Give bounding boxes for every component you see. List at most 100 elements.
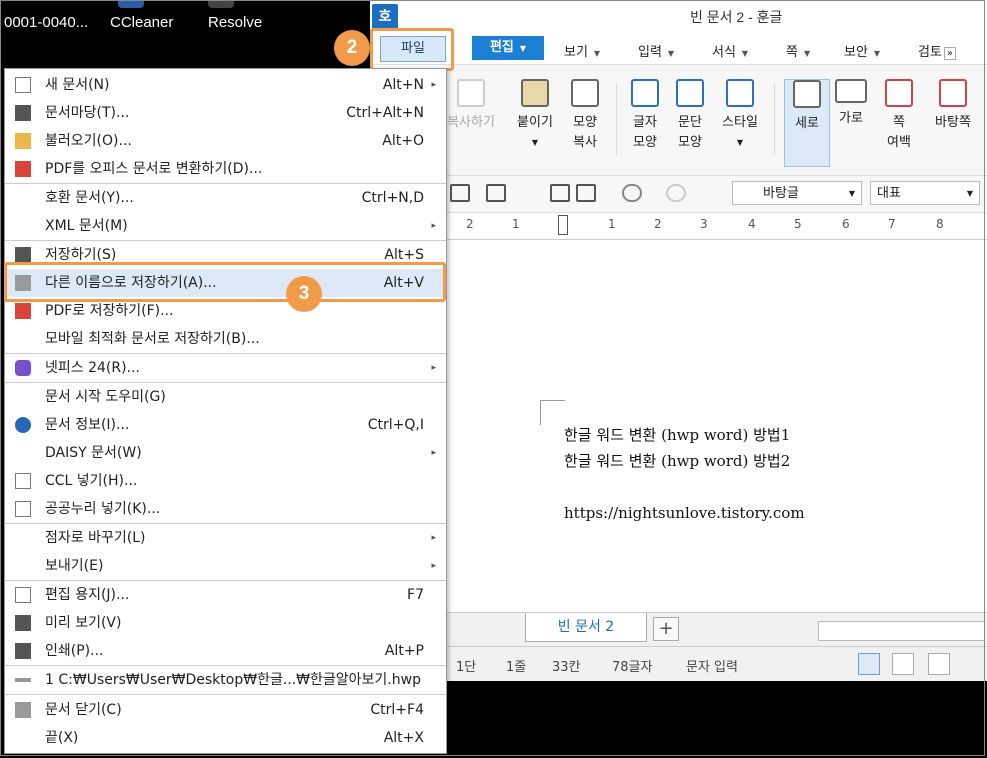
menu-item-save-mobile[interactable]: 모바일 최적화 문서로 저장하기(B)...	[5, 325, 446, 353]
menu-item-compatible[interactable]: 호환 문서(Y)... Ctrl+N,D	[5, 184, 446, 212]
submenu-arrow-icon: ▸	[431, 448, 436, 458]
redo-icon[interactable]	[666, 184, 686, 202]
menu-shortcut: F7	[407, 587, 424, 603]
menu-insert[interactable]: 입력 ▼	[638, 41, 674, 60]
font-select[interactable]: 바탕글 ▼	[732, 181, 862, 205]
chevron-down-icon: ▼	[519, 44, 527, 53]
char-shape-button[interactable]: 글자 모양	[620, 79, 670, 153]
menu-label: 쪽	[786, 45, 798, 60]
save-icon[interactable]	[486, 184, 506, 202]
horizontal-scrollbar[interactable]	[818, 621, 985, 641]
menu-item-pdf-convert[interactable]: PDF를 오피스 문서로 변환하기(D)...	[5, 155, 446, 183]
menu-item-recent-file[interactable]: 1 C:₩Users₩User₩Desktop₩한글...₩한글알아보기.hwp	[5, 666, 446, 694]
menu-view[interactable]: 보기 ▼	[564, 41, 600, 60]
style-value: 대표	[877, 186, 901, 201]
ribbon-label: 모양 복사	[573, 115, 597, 150]
landscape-button[interactable]: 가로	[826, 79, 876, 129]
format-painter-button[interactable]: 모양 복사	[560, 79, 610, 153]
add-tab-button[interactable]: +	[653, 617, 679, 641]
menu-label: 보기	[564, 45, 588, 60]
copy-button[interactable]: 복사하기	[446, 79, 496, 133]
submenu-arrow-icon: ▸	[431, 533, 436, 543]
desktop-icon-label[interactable]: CCleaner	[110, 14, 173, 31]
print-icon	[15, 643, 31, 659]
menu-item-doc-info[interactable]: 문서 정보(I)... Ctrl+Q,I	[5, 411, 446, 439]
ribbon-label: 바탕쪽	[935, 115, 971, 130]
fit-width-icon[interactable]	[892, 653, 914, 675]
menu-item-wizard[interactable]: 문서 시작 도우미(G)	[5, 383, 446, 411]
menu-item-label: 1 C:₩Users₩User₩Desktop₩한글...₩한글알아보기.hwp	[45, 672, 421, 688]
menu-item-open[interactable]: 불러오기(O)... Alt+O	[5, 127, 446, 155]
hangul-window: 호 빈 문서 2 - 훈글 파일 편집 ▼ 보기 ▼ 입력 ▼ 서식 ▼ 쪽 ▼ 보안 ▼ …	[370, 0, 987, 681]
menu-item-new[interactable]: 새 문서(N) Alt+N ▸	[5, 71, 446, 99]
indent-marker[interactable]	[558, 215, 568, 235]
menu-edit[interactable]: 편집 ▼	[472, 36, 544, 60]
menu-item-label: 넷피스 24(R)...	[45, 360, 140, 376]
menu-item-label: 인쇄(P)...	[45, 643, 104, 659]
ruler-number: 6	[842, 217, 850, 231]
doc-line[interactable]: 한글 워드 변환 (hwp word) 방법2	[564, 450, 790, 471]
menu-item-ccl[interactable]: CCL 넣기(H)...	[5, 467, 446, 495]
menu-item-templates[interactable]: 문서마당(T)... Ctrl+Alt+N	[5, 99, 446, 127]
menu-page[interactable]: 쪽 ▼	[786, 41, 810, 60]
preview-icon[interactable]	[576, 184, 596, 202]
menu-item-kogl[interactable]: 공공누리 넣기(K)...	[5, 495, 446, 523]
menu-item-preview[interactable]: 미리 보기(V)	[5, 609, 446, 637]
print-icon[interactable]	[550, 184, 570, 202]
menu-format[interactable]: 서식 ▼	[712, 41, 748, 60]
menu-item-print[interactable]: 인쇄(P)... Alt+P	[5, 637, 446, 665]
paste-button[interactable]: 붙이기 ▼	[510, 79, 560, 153]
ribbon-label: 세로	[795, 116, 819, 131]
doc-line[interactable]: 한글 워드 변환 (hwp word) 방법1	[564, 424, 790, 445]
templates-icon	[15, 105, 31, 121]
menu-label: 입력	[638, 45, 662, 60]
menu-shortcut: Ctrl+Alt+N	[346, 105, 424, 121]
chevron-down-icon: ▼	[873, 49, 881, 58]
menu-item-netffice[interactable]: 넷피스 24(R)... ▸	[5, 354, 446, 382]
style-button[interactable]: 스타일 ▼	[715, 79, 765, 153]
ruler-number: 7	[888, 217, 896, 231]
desktop-icon-label[interactable]: 0001-0040...	[4, 14, 88, 31]
menu-review[interactable]: 검토»	[918, 41, 957, 60]
portrait-button[interactable]: 세로	[784, 79, 830, 167]
tab-blank-doc-2[interactable]: 빈 문서 2	[525, 613, 647, 642]
ruler-number: 1	[512, 217, 520, 231]
menu-item-xml[interactable]: XML 문서(M) ▸	[5, 212, 446, 240]
chevron-down-icon: ▼	[593, 49, 601, 58]
undo-icon[interactable]	[622, 184, 642, 202]
folder-icon[interactable]	[450, 184, 470, 202]
menu-item-exit[interactable]: 끝(X) Alt+X	[5, 724, 446, 752]
menu-item-daisy[interactable]: DAISY 문서(W) ▸	[5, 439, 446, 467]
page-margin-button[interactable]: 쪽 여백	[874, 79, 924, 153]
menu-divider	[5, 694, 446, 695]
more-icon[interactable]: »	[943, 47, 957, 60]
menu-label: 서식	[712, 45, 736, 60]
file-menu: 새 문서(N) Alt+N ▸ 문서마당(T)... Ctrl+Alt+N 불러오기(…	[4, 68, 447, 754]
menu-item-braille[interactable]: 점자로 바꾸기(L) ▸	[5, 524, 446, 552]
doc-link[interactable]: https://nightsunlove.tistory.com	[564, 504, 805, 522]
full-page-icon[interactable]	[928, 653, 950, 675]
ruler-number: 1	[608, 217, 616, 231]
menu-label: 검토	[918, 45, 942, 60]
pdf-icon	[15, 161, 31, 177]
pdf-icon	[15, 303, 31, 319]
chevron-down-icon: ▼	[848, 189, 855, 198]
menu-edit-label: 편집	[489, 40, 514, 55]
style-select[interactable]: 대표 ▼	[870, 181, 980, 205]
menu-item-close[interactable]: 문서 닫기(C) Ctrl+F4	[5, 696, 446, 724]
menu-item-page-setup[interactable]: 편집 용지(J)... F7	[5, 581, 446, 609]
menu-item-send[interactable]: 보내기(E) ▸	[5, 552, 446, 580]
menu-security[interactable]: 보안 ▼	[844, 41, 880, 60]
ruler-number: 2	[654, 217, 662, 231]
para-shape-button[interactable]: 문단 모양	[665, 79, 715, 153]
menu-item-label: 모바일 최적화 문서로 저장하기(B)...	[45, 331, 260, 347]
document-area[interactable]: 한글 워드 변환 (hwp word) 방법1 한글 워드 변환 (hwp wo…	[370, 240, 987, 612]
menu-item-label: 문서 시작 도우미(G)	[45, 389, 166, 405]
menu-item-label: DAISY 문서(W)	[45, 445, 142, 461]
window-title: 빈 문서 2 - 훈글	[690, 9, 783, 25]
submenu-arrow-icon: ▸	[431, 221, 436, 231]
master-page-button[interactable]: 바탕쪽	[928, 79, 978, 133]
desktop-icon-label[interactable]: Resolve	[208, 14, 262, 31]
ruler[interactable]: 2 1 1 2 3 4 5 6 7 8	[370, 213, 987, 240]
page-view-icon[interactable]	[858, 653, 880, 675]
